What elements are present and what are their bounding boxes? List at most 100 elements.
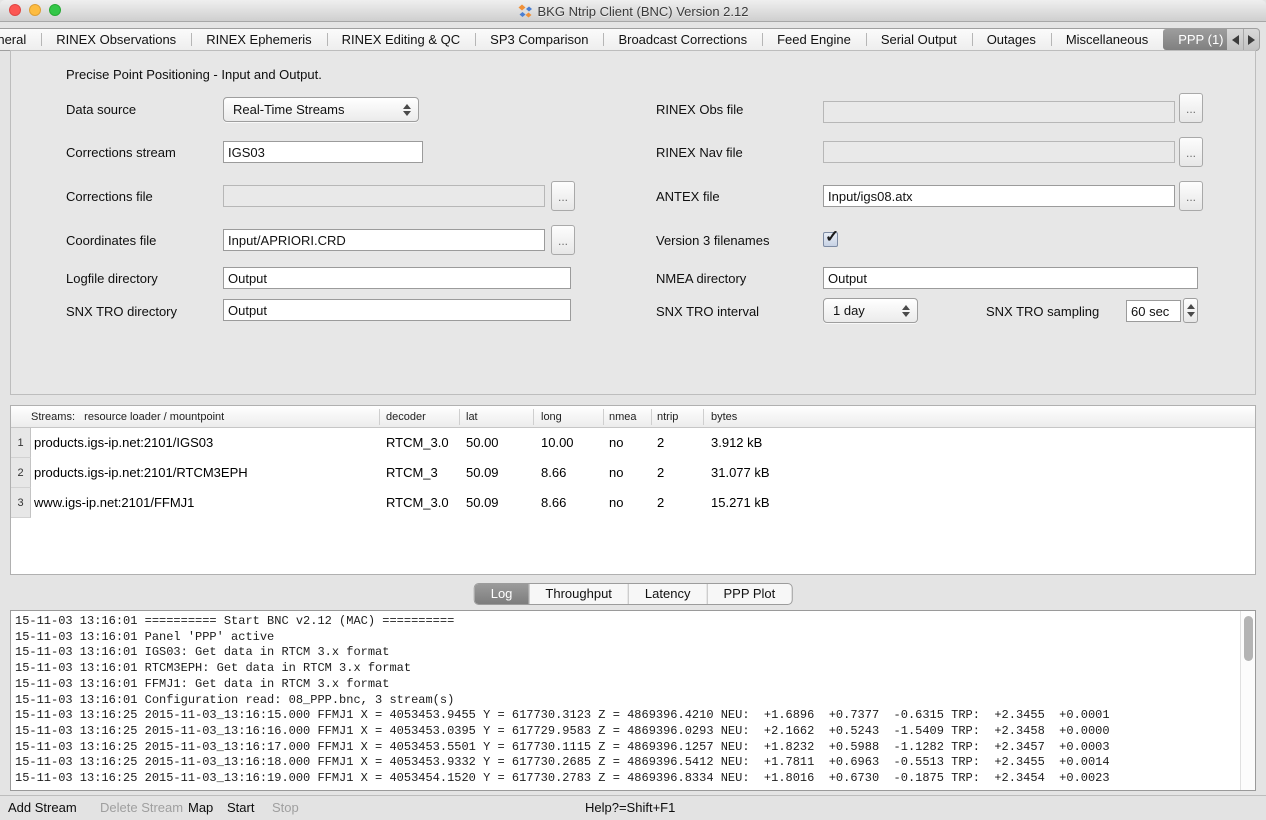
bnc-app-icon bbox=[518, 4, 533, 19]
stream-cell-3: 8.66 bbox=[541, 488, 566, 518]
start-button[interactable]: Start bbox=[227, 800, 254, 815]
log-line: 15-11-03 13:16:01 Panel 'PPP' active bbox=[15, 630, 1237, 646]
stream-cell-4: no bbox=[609, 458, 623, 488]
logfile-directory-label: Logfile directory bbox=[66, 271, 158, 286]
log-line: 15-11-03 13:16:25 2015-11-03_13:16:16.00… bbox=[15, 724, 1237, 740]
antex-file-input[interactable] bbox=[823, 185, 1175, 207]
snx-tro-sampling-input[interactable] bbox=[1126, 300, 1181, 322]
log-line: 15-11-03 13:16:01 IGS03: Get data in RTC… bbox=[15, 645, 1237, 661]
stream-cell-5: 2 bbox=[657, 458, 664, 488]
snx-tro-interval-value: 1 day bbox=[833, 303, 865, 318]
tab-sp3-comparison[interactable]: SP3 Comparison bbox=[475, 29, 603, 50]
stream-cell-1: RTCM_3 bbox=[386, 458, 438, 488]
rinex-obs-file-label: RINEX Obs file bbox=[656, 102, 743, 117]
stream-cell-6: 15.271 kB bbox=[711, 488, 770, 518]
antex-file-label: ANTEX file bbox=[656, 189, 720, 204]
bottom-toolbar: Help?=Shift+F1 Add StreamDelete StreamMa… bbox=[0, 795, 1266, 820]
streams-header-col-3: long bbox=[541, 406, 562, 428]
tab-feed-engine[interactable]: Feed Engine bbox=[762, 29, 866, 50]
streams-header-col-0: Streams: resource loader / mountpoint bbox=[31, 406, 224, 428]
coordinates-file-label: Coordinates file bbox=[66, 233, 156, 248]
ppp-panel: Precise Point Positioning - Input and Ou… bbox=[10, 50, 1256, 395]
tab-miscellaneous[interactable]: Miscellaneous bbox=[1051, 29, 1163, 50]
stream-row[interactable]: 2products.igs-ip.net:2101/RTCM3EPHRTCM_3… bbox=[11, 458, 1255, 488]
stream-row[interactable]: 1products.igs-ip.net:2101/IGS03 RTCM_3.0 5… bbox=[11, 428, 1255, 458]
tab-outages[interactable]: Outages bbox=[972, 29, 1051, 50]
stream-cell-1: RTCM_3.0 bbox=[386, 428, 449, 458]
log-scrollbar-thumb[interactable] bbox=[1244, 616, 1253, 661]
snx-tro-sampling-stepper[interactable] bbox=[1183, 298, 1198, 323]
panel-heading: Precise Point Positioning - Input and Ou… bbox=[66, 67, 322, 82]
corrections-file-input[interactable] bbox=[223, 185, 545, 207]
log-area[interactable]: 15-11-03 13:16:01 ========== Start BNC v… bbox=[10, 610, 1256, 791]
rinex-nav-file-browse-button[interactable]: ... bbox=[1179, 137, 1203, 167]
corrections-stream-input[interactable] bbox=[223, 141, 423, 163]
delete-stream-button[interactable]: Delete Stream bbox=[100, 800, 183, 815]
add-stream-button[interactable]: Add Stream bbox=[8, 800, 77, 815]
snx-tro-directory-label: SNX TRO directory bbox=[66, 304, 177, 319]
log-tab-bar: LogThroughputLatencyPPP Plot bbox=[474, 583, 793, 605]
version3-filenames-checkbox[interactable]: ✓ bbox=[823, 232, 838, 247]
tab-rinex-observations[interactable]: RINEX Observations bbox=[41, 29, 191, 50]
nmea-directory-input[interactable] bbox=[823, 267, 1198, 289]
log-tab-throughput[interactable]: Throughput bbox=[528, 584, 628, 604]
tab-scroll-right-button[interactable] bbox=[1243, 29, 1259, 50]
streams-table: Streams: resource loader / mountpointdec… bbox=[10, 405, 1256, 575]
left-arrow-icon bbox=[1232, 35, 1239, 45]
checkmark-icon: ✓ bbox=[825, 227, 839, 247]
log-line: 15-11-03 13:16:01 Configuration read: 08… bbox=[15, 693, 1237, 709]
streams-header-col-2: lat bbox=[466, 406, 478, 428]
stream-row[interactable]: 3www.igs-ip.net:2101/FFMJ1RTCM_3.050.098… bbox=[11, 488, 1255, 518]
snx-tro-interval-select[interactable]: 1 day bbox=[823, 298, 918, 323]
tab-broadcast-corrections[interactable]: Broadcast Corrections bbox=[603, 29, 762, 50]
coordinates-file-browse-button[interactable]: ... bbox=[551, 225, 575, 255]
data-source-select[interactable]: Real-Time Streams bbox=[223, 97, 419, 122]
map-button[interactable]: Map bbox=[188, 800, 213, 815]
log-line: 15-11-03 13:16:25 2015-11-03_13:16:15.00… bbox=[15, 708, 1237, 724]
version3-filenames-label: Version 3 filenames bbox=[656, 233, 769, 248]
stream-cell-0: products.igs-ip.net:2101/IGS03 bbox=[34, 428, 213, 458]
snx-tro-interval-label: SNX TRO interval bbox=[656, 304, 759, 319]
streams-header-col-6: bytes bbox=[711, 406, 737, 428]
log-line: 15-11-03 13:16:25 2015-11-03_13:16:18.00… bbox=[15, 755, 1237, 771]
log-tab-log[interactable]: Log bbox=[475, 584, 529, 604]
log-tab-ppp-plot[interactable]: PPP Plot bbox=[706, 584, 791, 604]
log-line: 15-11-03 13:16:25 2015-11-03_13:16:17.00… bbox=[15, 740, 1237, 756]
stream-cell-2: 50.09 bbox=[466, 488, 499, 518]
log-line: 15-11-03 13:16:01 FFMJ1: Get data in RTC… bbox=[15, 677, 1237, 693]
rinex-nav-file-input[interactable] bbox=[823, 141, 1175, 163]
tab-serial-output[interactable]: Serial Output bbox=[866, 29, 972, 50]
tab-rinex-ephemeris[interactable]: RINEX Ephemeris bbox=[191, 29, 326, 50]
row-number: 2 bbox=[11, 458, 31, 488]
coordinates-file-input[interactable] bbox=[223, 229, 545, 251]
snx-tro-sampling-label: SNX TRO sampling bbox=[986, 304, 1099, 319]
stream-cell-4: no bbox=[609, 488, 623, 518]
stream-cell-3: 8.66 bbox=[541, 458, 566, 488]
streams-header-col-4: nmea bbox=[609, 406, 637, 428]
tab-general[interactable]: General bbox=[0, 29, 41, 50]
antex-file-browse-button[interactable]: ... bbox=[1179, 181, 1203, 211]
stream-cell-5: 2 bbox=[657, 488, 664, 518]
corrections-stream-label: Corrections stream bbox=[66, 145, 176, 160]
stream-cell-6: 3.912 kB bbox=[711, 428, 762, 458]
log-scrollbar[interactable] bbox=[1240, 611, 1255, 790]
stream-cell-0: www.igs-ip.net:2101/FFMJ1 bbox=[34, 488, 194, 518]
nmea-directory-label: NMEA directory bbox=[656, 271, 746, 286]
tab-scroll-left-button[interactable] bbox=[1227, 29, 1243, 50]
corrections-file-browse-button[interactable]: ... bbox=[551, 181, 575, 211]
logfile-directory-input[interactable] bbox=[223, 267, 571, 289]
stream-cell-5: 2 bbox=[657, 428, 664, 458]
combo-arrows-icon bbox=[401, 98, 413, 121]
corrections-file-label: Corrections file bbox=[66, 189, 153, 204]
row-number: 1 bbox=[11, 428, 31, 458]
rinex-obs-file-input[interactable] bbox=[823, 101, 1175, 123]
log-line: 15-11-03 13:16:01 ========== Start BNC v… bbox=[15, 614, 1237, 630]
rinex-obs-file-browse-button[interactable]: ... bbox=[1179, 93, 1203, 123]
streams-table-header: Streams: resource loader / mountpointdec… bbox=[11, 406, 1255, 428]
stop-button[interactable]: Stop bbox=[272, 800, 299, 815]
tab-rinex-editing-qc[interactable]: RINEX Editing & QC bbox=[327, 29, 476, 50]
data-source-label: Data source bbox=[66, 102, 136, 117]
log-tab-latency[interactable]: Latency bbox=[628, 584, 707, 604]
stream-cell-2: 50.00 bbox=[466, 428, 499, 458]
snx-tro-directory-input[interactable] bbox=[223, 299, 571, 321]
